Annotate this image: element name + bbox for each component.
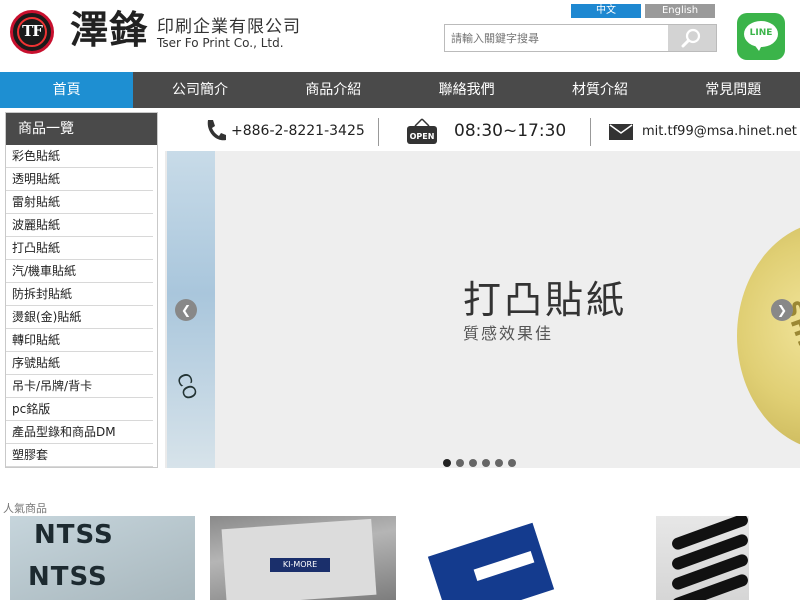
sidebar-item-transfer-sticker[interactable]: 轉印貼紙 [6,329,153,352]
sidebar-item-pc-nameplate[interactable]: pc銘版 [6,398,153,421]
main-nav: 首頁 公司簡介 商品介紹 聯絡我們 材質介紹 常見問題 [0,72,800,108]
line-label: LINE [749,28,773,38]
carousel-dot[interactable] [456,459,464,467]
carousel-dot[interactable] [469,459,477,467]
search-box [444,24,717,52]
carousel-dot[interactable] [508,459,516,467]
mail-icon [609,124,633,140]
lang-english-button[interactable]: English [645,4,715,18]
product-thumb-text: NTSS [34,520,114,550]
popular-products-label: 人氣商品 [3,502,47,515]
nav-item-home[interactable]: 首頁 [0,72,134,108]
open-sign-icon: OPEN [407,118,437,144]
sidebar-item-transparent-sticker[interactable]: 透明貼紙 [6,168,153,191]
sidebar-item-hang-tag[interactable]: 吊卡/吊牌/背卡 [6,375,153,398]
product-thumb-text: NTSS [28,562,108,592]
sidebar-item-catalog-dm[interactable]: 產品型錄和商品DM [6,421,153,444]
carousel-dot[interactable] [443,459,451,467]
sidebar-title: 商品一覽 [6,113,157,145]
search-button[interactable] [668,25,716,51]
product-thumbnail[interactable]: KI-MORE [210,516,396,600]
chevron-left-icon: ❮ [180,303,192,317]
search-input[interactable] [445,25,669,51]
nav-item-products[interactable]: 商品介紹 [267,72,400,108]
carousel-dot[interactable] [482,459,490,467]
chevron-right-icon: ❯ [776,303,788,317]
sidebar-list: 彩色貼紙 透明貼紙 雷射貼紙 波麗貼紙 打凸貼紙 汽/機車貼紙 防拆封貼紙 燙銀… [6,145,157,467]
brand-subtitle-en: Tser Fo Print Co., Ltd. [157,36,284,50]
package-image [427,522,555,600]
nav-item-materials[interactable]: 材質介紹 [533,72,666,108]
contact-divider [378,118,379,146]
brand-name-cn[interactable]: 澤鋒 [70,8,148,52]
nav-item-about[interactable]: 公司簡介 [133,72,266,108]
product-thumb-text: KI-MORE [270,558,330,572]
nav-item-contact[interactable]: 聯絡我們 [400,72,533,108]
sidebar-item-poly-sticker[interactable]: 波麗貼紙 [6,214,153,237]
phone-number[interactable]: +886-2-8221-3425 [231,123,365,139]
slide-title: 打凸貼紙 [463,278,628,322]
sidebar-item-plastic-sleeve[interactable]: 塑膠套 [6,444,153,467]
sidebar-item-foil-sticker[interactable]: 燙銀(金)貼紙 [6,306,153,329]
company-logo[interactable]: TF [10,10,54,54]
product-sidebar: 商品一覽 彩色貼紙 透明貼紙 雷射貼紙 波麗貼紙 打凸貼紙 汽/機車貼紙 防拆封… [5,112,158,468]
sidebar-item-tamper-sticker[interactable]: 防拆封貼紙 [6,283,153,306]
search-icon [681,28,701,48]
site-header: TF 澤鋒 印刷企業有限公司 Tser Fo Print Co., Ltd. 中… [0,0,800,72]
email-address[interactable]: mit.tf99@msa.hinet.net [642,124,797,139]
nav-item-faq[interactable]: 常見問題 [667,72,800,108]
product-thumbnail[interactable]: NTSS NTSS [10,516,195,600]
sidebar-item-vehicle-sticker[interactable]: 汽/機車貼紙 [6,260,153,283]
hero-carousel[interactable]: CO SHING 打凸貼紙 質感效果佳 ❮ ❯ [165,151,800,468]
sidebar-item-serial-sticker[interactable]: 序號貼紙 [6,352,153,375]
line-app-icon[interactable]: LINE [737,13,785,60]
carousel-prev-button[interactable]: ❮ [175,299,197,321]
carousel-next-button[interactable]: ❯ [771,299,793,321]
product-thumbnail[interactable] [420,516,592,600]
carousel-dot[interactable] [495,459,503,467]
sidebar-item-laser-sticker[interactable]: 雷射貼紙 [6,191,153,214]
peek-text: CO [171,370,201,403]
open-sign-text: OPEN [410,132,435,141]
lang-chinese-button[interactable]: 中文 [571,4,641,18]
contact-divider [590,118,591,146]
business-hours: 08:30~17:30 [454,121,567,141]
product-thumbnail[interactable] [656,516,749,600]
contact-bar: +886-2-8221-3425 OPEN 08:30~17:30 mit.tf… [165,114,800,150]
brand-subtitle-cn: 印刷企業有限公司 [157,17,301,37]
phone-icon [207,120,226,141]
logo-text: TF [22,22,43,40]
sidebar-item-color-sticker[interactable]: 彩色貼紙 [6,145,153,168]
line-bubble-tail [753,43,763,51]
sidebar-item-embossed-sticker[interactable]: 打凸貼紙 [6,237,153,260]
slide-subtitle: 質感效果佳 [463,324,554,343]
carousel-dots [443,459,521,467]
